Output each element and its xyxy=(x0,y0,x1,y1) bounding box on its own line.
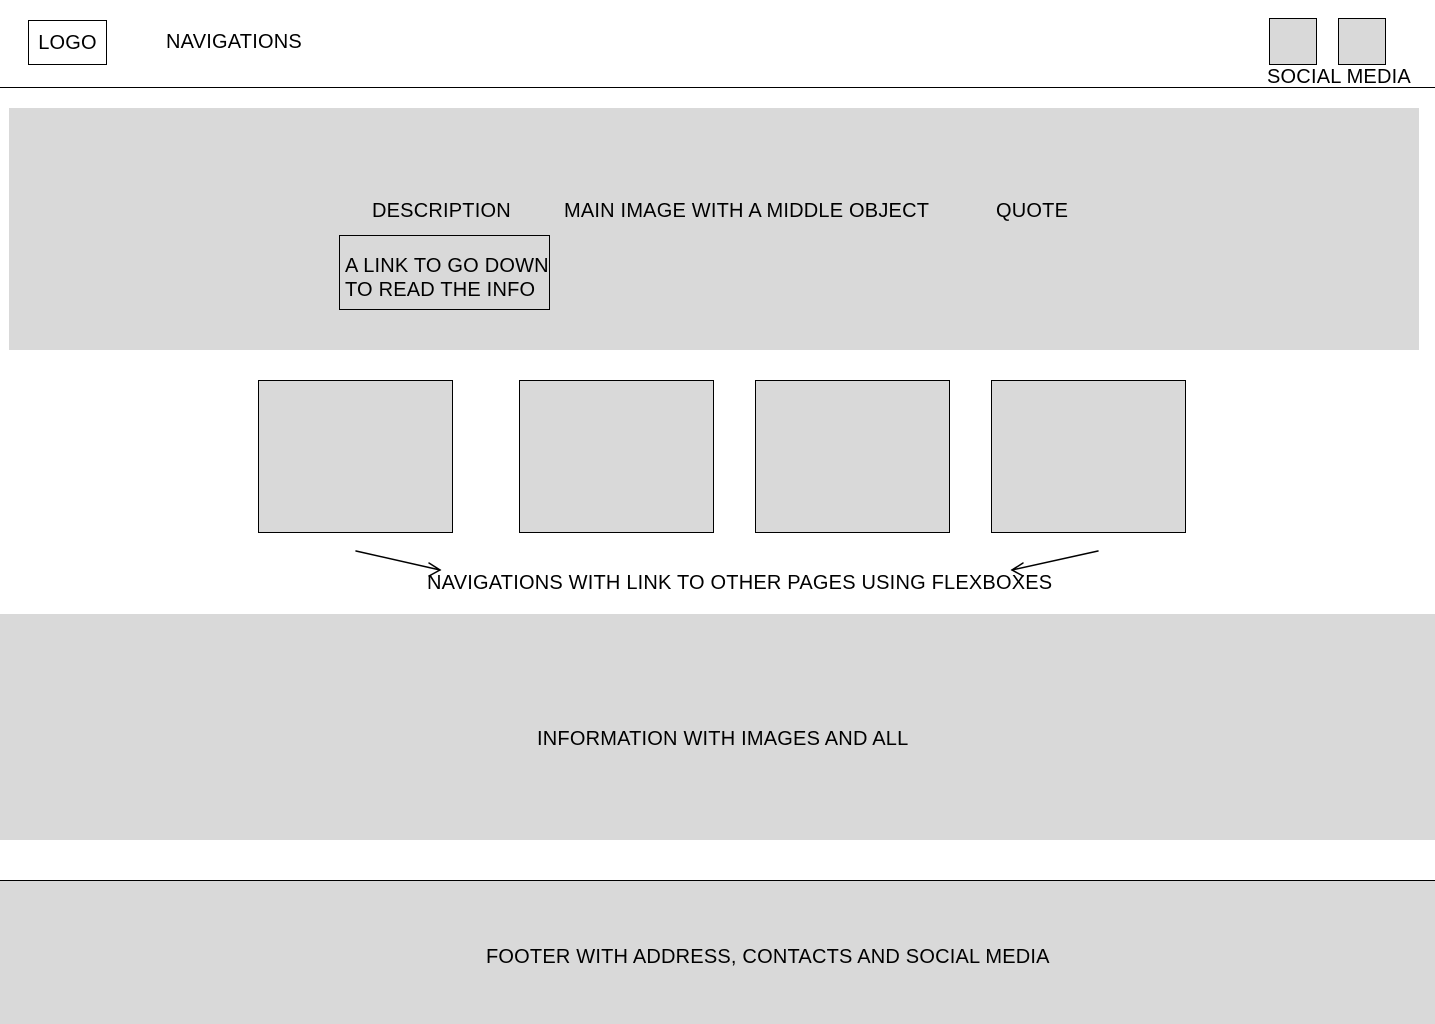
nav-cards-caption: NAVIGATIONS WITH LINK TO OTHER PAGES USI… xyxy=(427,572,1053,594)
social-media-icon[interactable] xyxy=(1269,18,1317,65)
info-section-label: INFORMATION WITH IMAGES AND ALL xyxy=(537,728,909,750)
logo-label: LOGO xyxy=(38,31,97,54)
social-media-label: SOCIAL MEDIA xyxy=(1267,66,1411,88)
hero-main-image xyxy=(9,108,1419,350)
header-divider xyxy=(0,87,1435,88)
footer-label: FOOTER WITH ADDRESS, CONTACTS AND SOCIAL… xyxy=(486,946,1050,968)
hero-main-image-label: MAIN IMAGE WITH A MIDDLE OBJECT xyxy=(564,200,930,222)
hero-description: DESCRIPTION xyxy=(372,200,511,222)
navigations-label[interactable]: NAVIGATIONS xyxy=(166,30,302,54)
scroll-down-link[interactable]: A LINK TO GO DOWN TO READ THE INFO xyxy=(339,235,550,310)
nav-card[interactable] xyxy=(258,380,453,533)
logo-box[interactable]: LOGO xyxy=(28,20,107,65)
nav-card[interactable] xyxy=(991,380,1186,533)
scroll-down-link-line1: A LINK TO GO DOWN xyxy=(345,255,549,277)
hero-quote: QUOTE xyxy=(996,200,1069,222)
social-media-icon[interactable] xyxy=(1338,18,1386,65)
nav-card[interactable] xyxy=(519,380,714,533)
scroll-down-link-line2: TO READ THE INFO xyxy=(345,279,536,301)
nav-card[interactable] xyxy=(755,380,950,533)
